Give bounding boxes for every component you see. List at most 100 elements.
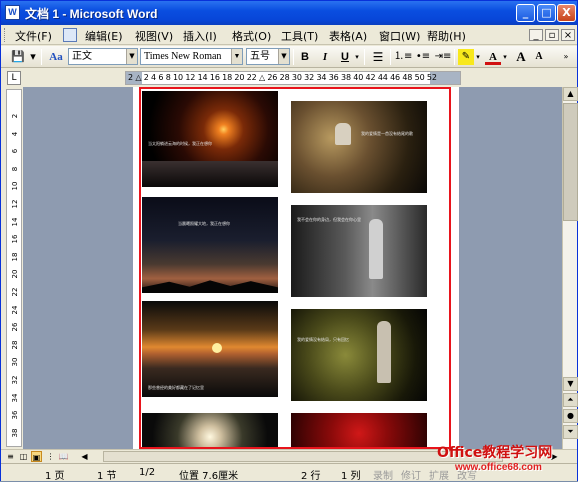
tab-stop-selector-icon[interactable]: L: [7, 71, 21, 85]
chevron-down-icon[interactable]: ▼: [278, 49, 289, 64]
window-title: 文档 1 - Microsoft Word: [25, 7, 158, 21]
bold-button[interactable]: B: [297, 49, 313, 65]
menu-insert[interactable]: 插入(I): [183, 28, 217, 44]
vertical-ruler[interactable]: 246810121416182022242628303234363840: [6, 89, 22, 447]
chevron-down-icon[interactable]: ▾: [474, 49, 482, 65]
menu-tools[interactable]: 工具(T): [281, 28, 318, 44]
styles-icon[interactable]: Aa: [47, 49, 65, 65]
bullets-icon[interactable]: •≡: [414, 49, 432, 65]
align-justify-icon[interactable]: ☰: [369, 49, 387, 65]
word-window: W 文档 1 - Microsoft Word _ □ X 文件(F) 编辑(E…: [0, 0, 578, 482]
photo-sun-trees[interactable]: [142, 413, 278, 447]
photo-dark-wall-girl[interactable]: 我的爱情没有结局，只有回忆: [291, 309, 427, 401]
photo-caption: 那些曾经的美好都藏在了记忆里: [148, 385, 204, 390]
document-area[interactable]: 当太阳躺进云海的时候，我正在想你 我的爱情是一首没有结尾的歌 当晨曦照耀大地，我…: [23, 87, 563, 449]
vertical-ruler-number: 26: [11, 322, 19, 332]
photo-dusk-peak[interactable]: 当晨曦照耀大地，我正在想你: [142, 197, 278, 293]
doc-icon[interactable]: [63, 28, 77, 42]
style-combo[interactable]: 正文 ▼: [68, 48, 138, 65]
reading-view-icon[interactable]: 📖: [58, 451, 69, 462]
photo-clouds-sunrise[interactable]: 那些曾经的美好都藏在了记忆里: [142, 301, 278, 397]
status-page: 1 页: [45, 471, 65, 482]
menu-help[interactable]: 帮助(H): [427, 28, 466, 44]
italic-button[interactable]: I: [317, 49, 333, 65]
vertical-ruler-number: 28: [11, 340, 19, 350]
watermark-title: Office教程学习网: [437, 445, 553, 461]
indent-icon[interactable]: ⇥≡: [434, 49, 452, 65]
doc-minimize-icon[interactable]: _: [529, 29, 543, 41]
vertical-ruler-number: 2: [11, 113, 19, 119]
chevron-down-icon[interactable]: ▼: [231, 49, 242, 64]
status-trk[interactable]: 修订: [401, 467, 421, 482]
photo-warm-room[interactable]: 我的爱情是一首没有结尾的歌: [291, 101, 427, 193]
photo-red-texture[interactable]: [291, 413, 427, 447]
menu-table[interactable]: 表格(A): [329, 28, 367, 44]
menu-window[interactable]: 窗口(W): [379, 28, 420, 44]
menu-edit[interactable]: 编辑(E): [85, 28, 123, 44]
font-combo[interactable]: Times New Roman ▼: [140, 48, 243, 65]
horizontal-ruler[interactable]: 2 △ 2 4 6 8 10 12 14 16 18 20 22 △ 26 28…: [125, 71, 461, 85]
status-section: 1 节: [97, 471, 117, 482]
status-rec[interactable]: 录制: [373, 467, 393, 482]
print-view-icon[interactable]: ▣: [31, 451, 42, 462]
divider: [364, 49, 365, 65]
maximize-button[interactable]: □: [537, 4, 556, 22]
scroll-up-icon[interactable]: ▲: [563, 87, 578, 101]
photo-sunset-sea[interactable]: 当太阳躺进云海的时候，我正在想你: [142, 91, 278, 187]
web-view-icon[interactable]: ◫: [18, 451, 29, 462]
toolbar-options-icon[interactable]: ▾: [29, 49, 37, 65]
watermark-url: www.office68.com: [455, 462, 542, 473]
underline-button[interactable]: U: [337, 49, 353, 65]
chevron-down-icon[interactable]: ▾: [501, 49, 509, 65]
title-bar[interactable]: W 文档 1 - Microsoft Word _ □ X: [1, 1, 577, 25]
font-color-icon[interactable]: A: [485, 49, 501, 65]
chevron-down-icon[interactable]: ▾: [353, 49, 361, 65]
grow-font-icon[interactable]: A: [513, 49, 529, 65]
ruler-numbers: 2 △ 2 4 6 8 10 12 14 16 18 20 22 △ 26 28…: [128, 73, 437, 82]
vertical-ruler-number: 38: [11, 428, 19, 438]
close-button[interactable]: X: [557, 4, 576, 22]
doc-close-icon[interactable]: ×: [561, 29, 575, 41]
shrink-font-icon[interactable]: A: [531, 49, 547, 65]
status-position: 位置 7.6厘米: [179, 471, 239, 482]
scroll-down-icon[interactable]: ▼: [563, 377, 578, 391]
divider: [454, 49, 455, 65]
divider: [293, 49, 294, 65]
photo-caption: 我的爱情没有结局，只有回忆: [297, 337, 349, 342]
toolbar-overflow-icon[interactable]: »: [561, 49, 571, 65]
vertical-ruler-number: 8: [11, 166, 19, 172]
normal-view-icon[interactable]: ≡: [5, 451, 16, 462]
menu-view[interactable]: 视图(V): [135, 28, 173, 44]
size-value: 五号: [250, 51, 270, 62]
divider: [390, 49, 391, 65]
outline-view-icon[interactable]: ⋮: [45, 451, 56, 462]
menu-file[interactable]: 文件(F): [15, 28, 52, 44]
style-value: 正文: [72, 51, 92, 62]
ruler-bar: L 2 △ 2 4 6 8 10 12 14 16 18 20 22 △ 26 …: [1, 69, 577, 87]
prev-page-icon[interactable]: ⏶: [563, 393, 578, 407]
vertical-ruler-number: 32: [11, 375, 19, 385]
highlight-icon[interactable]: ✎: [458, 49, 474, 65]
photo-bw-street[interactable]: 我不会在你的身边，但我会在你心里: [291, 205, 427, 297]
minimize-button[interactable]: _: [516, 4, 535, 22]
vertical-ruler-number: 30: [11, 357, 19, 367]
vertical-ruler-number: 36: [11, 410, 19, 420]
browse-object-icon[interactable]: ●: [563, 409, 578, 423]
numbering-icon[interactable]: ⒈≡: [394, 49, 412, 65]
photo-caption: 我不会在你的身边，但我会在你心里: [297, 217, 361, 222]
save-icon[interactable]: 💾: [9, 49, 27, 65]
vertical-ruler-number: 20: [11, 269, 19, 279]
next-page-icon[interactable]: ⏷: [563, 425, 578, 439]
vertical-ruler-number: 10: [11, 181, 19, 191]
menu-grip-icon[interactable]: [4, 28, 7, 42]
vertical-ruler-number: 14: [11, 217, 19, 227]
word-doc-icon[interactable]: W: [5, 5, 20, 20]
size-combo[interactable]: 五号 ▼: [246, 48, 290, 65]
doc-restore-icon[interactable]: ▫: [545, 29, 559, 41]
font-value: Times New Roman: [144, 51, 222, 62]
menu-format[interactable]: 格式(O): [232, 28, 271, 44]
chevron-down-icon[interactable]: ▼: [126, 49, 137, 64]
scroll-left-icon[interactable]: ◀: [79, 451, 90, 462]
scroll-thumb[interactable]: [563, 103, 578, 221]
vertical-scrollbar[interactable]: ▲ ▼ ⏶ ● ⏷: [562, 87, 578, 449]
